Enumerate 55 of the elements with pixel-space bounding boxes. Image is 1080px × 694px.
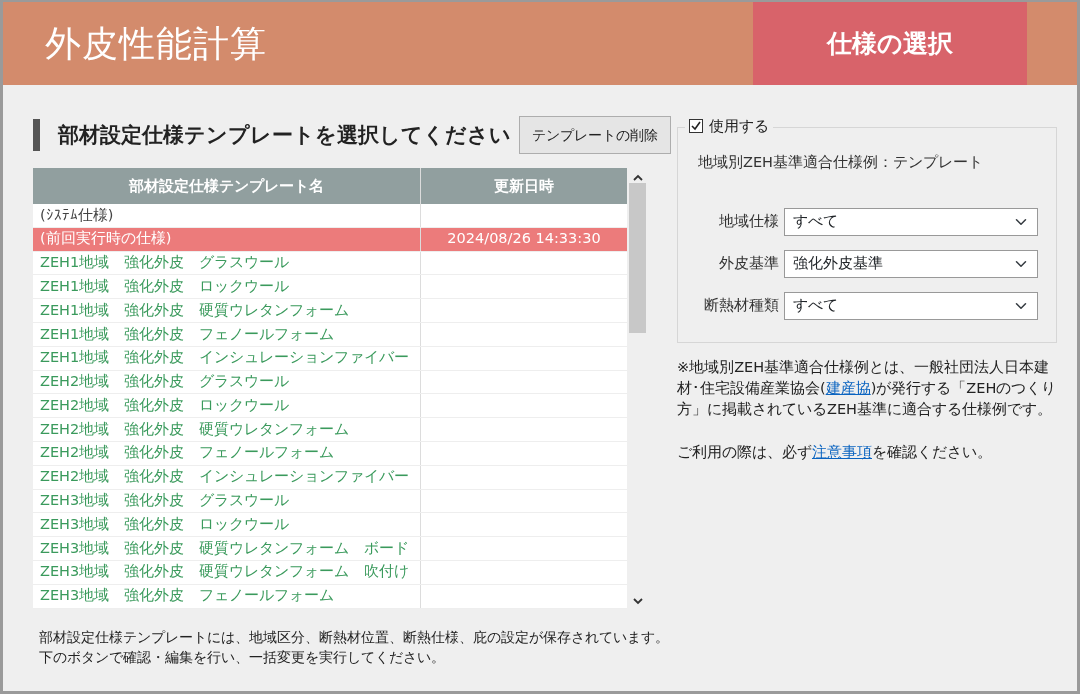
- table-cell: ZEH1地域 強化外皮 インシュレーションファイバー: [33, 346, 421, 370]
- note-text: ご利用の際は、必ず注意事項を確認ください。: [677, 443, 993, 463]
- table-cell-text: 2024/08/26 14:33:30: [446, 229, 602, 249]
- section-heading: 部材設定仕様テンプレートを選択してください: [58, 121, 511, 149]
- table-row[interactable]: ZEH3地域 強化外皮 フェノールフォーム: [33, 584, 627, 609]
- table-cell: ZEH1地域 強化外皮 フェノールフォーム: [33, 323, 421, 346]
- table-cell: ZEH1地域 強化外皮 硬質ウレタンフォーム: [33, 299, 421, 322]
- table-cell: ZEH3地域 強化外皮 硬質ウレタンフォーム ボード: [33, 537, 421, 560]
- table-row[interactable]: ZEH1地域 強化外皮 硬質ウレタンフォーム: [33, 299, 627, 323]
- table-row[interactable]: (前回実行時の仕様) 2024/08/26 14:33:30: [33, 227, 627, 252]
- table-row[interactable]: ZEH1地域 強化外皮 インシュレーションファイバー: [33, 346, 627, 371]
- checkbox-label: 使用する: [709, 116, 769, 137]
- table-row[interactable]: ZEH3地域 強化外皮 硬質ウレタンフォーム ボード: [33, 537, 627, 561]
- table-row[interactable]: ZEH2地域 強化外皮 インシュレーションファイバー: [33, 465, 627, 490]
- table-cell: ZEH3地域 強化外皮 ロックウール: [33, 513, 421, 537]
- group-subtitle: 地域別ZEH基準適合仕様例：テンプレート: [698, 153, 984, 172]
- table-cell: ZEH2地域 強化外皮 硬質ウレタンフォーム: [33, 418, 421, 441]
- table-row[interactable]: ZEH2地域 強化外皮 硬質ウレタンフォーム: [33, 418, 627, 442]
- dropdown[interactable]: すべて: [784, 291, 1038, 320]
- table-row[interactable]: ZEH3地域 強化外皮 グラスウール: [33, 489, 627, 514]
- table-row[interactable]: ZEH2地域 強化外皮 フェノールフォーム: [33, 441, 627, 466]
- column-header: 部材設定仕様テンプレート名: [33, 168, 421, 204]
- table-cell: ZEH3地域 強化外皮 フェノールフォーム: [33, 584, 421, 608]
- field-label: 地域仕様: [719, 211, 779, 231]
- table-cell: ZEH2地域 強化外皮 ロックウール: [33, 394, 421, 418]
- tab[interactable]: 仕様の選択: [753, 2, 1027, 85]
- table-cell: ZEH2地域 強化外皮 フェノールフォーム: [33, 441, 421, 465]
- table-cell: ZEH2地域 強化外皮 グラスウール: [33, 370, 421, 394]
- table-row[interactable]: ZEH1地域 強化外皮 フェノールフォーム: [33, 323, 627, 347]
- table-row[interactable]: ZEH3地域 強化外皮 硬質ウレタンフォーム 吹付け: [33, 560, 627, 585]
- table-cell: ZEH2地域 強化外皮 インシュレーションファイバー: [33, 465, 421, 489]
- footer-text: 部材設定仕様テンプレートには、地域区分、断熱材位置、断熱仕様、庇の設定が保存されています。: [39, 627, 670, 647]
- table-row[interactable]: ZEH1地域 強化外皮 グラスウール: [33, 251, 627, 276]
- table-cell: ZEH3地域 強化外皮 硬質ウレタンフォーム 吹付け: [33, 560, 421, 584]
- table-cell: (前回実行時の仕様): [33, 227, 421, 251]
- app-title: 外皮性能計算: [45, 21, 267, 66]
- table-row[interactable]: ZEH2地域 強化外皮 ロックウール: [33, 394, 627, 419]
- table-cell: ZEH1地域 強化外皮 ロックウール: [33, 275, 421, 299]
- table-cell: ZEH3地域 強化外皮 グラスウール: [33, 489, 421, 513]
- link[interactable]: 建産協: [825, 380, 871, 396]
- table-row[interactable]: ZEH3地域 強化外皮 ロックウール: [33, 513, 627, 538]
- link[interactable]: 注意事項: [812, 444, 872, 461]
- note-text: ※地域別ZEH基準適合仕様例とは、一般社団法人日本建材･住宅設備産業協会(建産協)が発行する「ZEHのつくり方」に掲載されているZEH基準に適合する仕様例です。: [677, 358, 1057, 420]
- table-row[interactable]: (ｼｽﾃﾑ仕様): [33, 204, 627, 228]
- field-label: 断熱材種類: [704, 295, 779, 315]
- footer-text: 下のボタンで確認・編集を行い、一括変更を実行してください。: [39, 648, 446, 668]
- table-row[interactable]: ZEH2地域 強化外皮 グラスウール: [33, 370, 627, 395]
- dropdown[interactable]: 強化外皮基準: [784, 249, 1038, 278]
- column-header: 更新日時: [493, 175, 555, 197]
- table-cell: (ｼｽﾃﾑ仕様): [33, 204, 421, 227]
- delete-template-button[interactable]: テンプレートの削除: [519, 115, 671, 155]
- table-row[interactable]: ZEH1地域 強化外皮 ロックウール: [33, 275, 627, 300]
- table-cell: ZEH1地域 強化外皮 グラスウール: [33, 251, 421, 275]
- dropdown[interactable]: すべて: [784, 207, 1038, 236]
- field-label: 外皮基準: [719, 253, 779, 273]
